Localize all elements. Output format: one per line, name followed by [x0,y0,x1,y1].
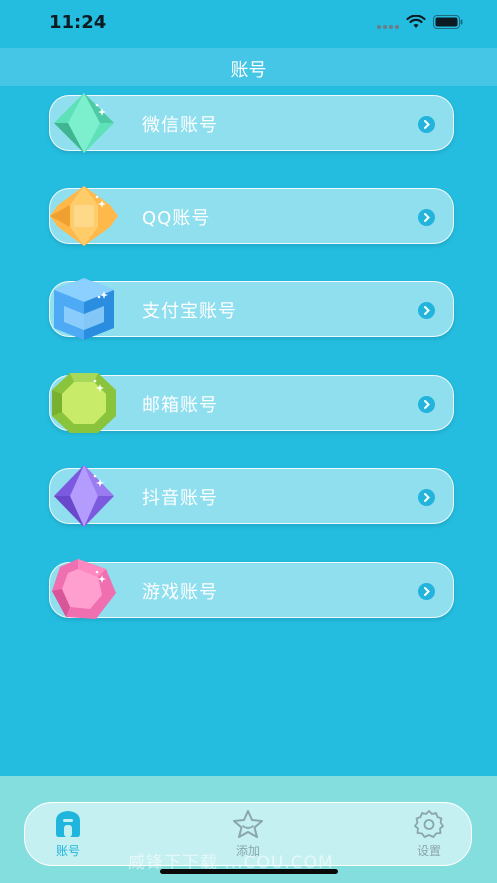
account-item-email[interactable]: 邮箱账号 [49,373,454,433]
chevron-right-icon [418,302,435,319]
page-title: 账号 [230,60,267,81]
blue-gem-icon [54,278,114,340]
tab-account[interactable]: 账号 [33,809,103,863]
orange-gem-icon [50,186,118,246]
status-time: 11:24 [49,12,107,33]
chevron-right-icon [418,116,435,133]
account-item-alipay[interactable]: 支付宝账号 [49,278,454,340]
tab-label: 账号 [55,844,80,858]
chevron-right-icon [418,396,435,413]
account-item-qq[interactable]: QQ账号 [49,186,454,246]
account-label: 游戏账号 [142,582,218,603]
home-icon [56,811,80,837]
chevron-right-icon [418,209,435,226]
chevron-right-icon [418,583,435,600]
status-bar: 11:24 [0,0,497,48]
chevron-right-icon [418,489,435,506]
account-item-game[interactable]: 游戏账号 [49,559,454,619]
account-item-douyin[interactable]: 抖音账号 [49,465,454,527]
battery-icon [433,15,463,29]
tab-label: 设置 [416,844,441,858]
star-icon [233,810,263,838]
account-label: QQ账号 [142,208,211,229]
tab-settings[interactable]: 设置 [394,809,464,863]
lime-gem-icon [52,373,116,433]
account-label: 微信账号 [142,115,218,136]
account-label: 邮箱账号 [142,395,218,416]
gear-icon [414,810,444,838]
account-item-wechat[interactable]: 微信账号 [49,93,454,153]
account-label: 抖音账号 [142,488,218,509]
signal-icon [377,25,399,29]
pink-gem-icon [52,559,116,619]
header-bar: 账号 [0,48,497,86]
wifi-icon [406,15,426,28]
purple-gem-icon [54,465,114,527]
account-label: 支付宝账号 [142,301,237,322]
home-indicator[interactable] [160,869,338,874]
green-gem-icon [54,93,114,153]
